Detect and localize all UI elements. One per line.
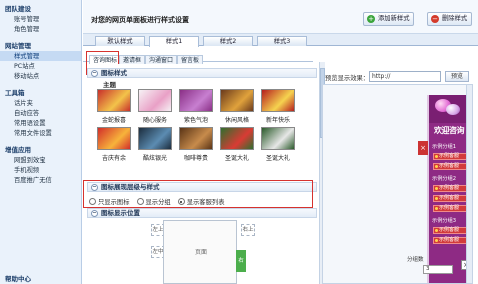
theme-name: 酷炫银光 [142, 155, 167, 162]
widget-service[interactable]: 示例客服 [433, 237, 467, 244]
sidebar-section-tools: 工具箱 [5, 89, 25, 97]
theme-thumbnail[interactable] [138, 89, 172, 112]
sidebar-item-mobile-video[interactable]: 手机视频 [0, 165, 81, 175]
sidebar-section-apps: 增值应用 [5, 146, 31, 154]
theme-option[interactable]: 休闲风格 [218, 89, 256, 124]
theme-option[interactable]: 圣诞大礼 [259, 127, 297, 162]
theme-option[interactable]: 随心服务 [136, 89, 174, 124]
sidebar-item-styles[interactable]: 样式管理 [0, 51, 81, 61]
sidebar-item-mobile-site[interactable]: 移动站点 [0, 71, 81, 81]
widget-service[interactable]: 示例客服 [433, 163, 467, 170]
widget-service[interactable]: 示例客服 [433, 185, 467, 192]
sidebar-section-site: 网站管理 [5, 42, 31, 50]
position-preview: 左上 左中 页面 右上 [101, 220, 289, 284]
tab-default-style[interactable]: 默认样式 [95, 36, 145, 46]
chat-widget-preview: 欢迎咨询 示例分组1 示例客服 示例客服 示例分组2 示例客服 示例客服 示例客… [429, 95, 469, 283]
widget-group: 示例分组2 [432, 176, 457, 182]
theme-thumbnail[interactable] [220, 127, 254, 150]
collapse-icon: − [91, 210, 98, 217]
sidebar-item-baidu[interactable]: 百度推广无信 [0, 175, 81, 185]
theme-name: 咖啡尊贵 [183, 155, 208, 162]
position-title: 图标显示位置 [101, 209, 140, 217]
theme-thumbnail[interactable] [261, 127, 295, 150]
collapse-icon: − [91, 70, 98, 77]
sidebar: 团队建设 账号管理 角色管理 网站管理 样式管理 PC站点 移动站点 工具箱 话… [0, 0, 82, 284]
preview-button[interactable]: 预览 [445, 71, 469, 82]
theme-option[interactable]: 金蛇报喜 [95, 89, 133, 124]
theme-name: 紫色气泡 [183, 117, 208, 124]
sidebar-item-phrases[interactable]: 常用语设置 [0, 118, 81, 128]
theme-name: 金蛇报喜 [101, 117, 126, 124]
sidebar-item-accounts[interactable]: 账号管理 [0, 14, 81, 24]
close-icon[interactable]: × [418, 141, 428, 155]
widget-service[interactable]: 示例客服 [433, 205, 467, 212]
theme-thumbnail[interactable] [179, 127, 213, 150]
main-area: 对您的网页单面板进行样式设置 + 添加新样式 − 删除样式 默认样式 样式1 样… [83, 0, 478, 284]
icon-style-header[interactable]: − 图标样式 [87, 68, 317, 78]
icon-style-title: 图标样式 [101, 69, 127, 77]
widget-service[interactable]: 示例客服 [433, 227, 467, 234]
preview-stage: × 欢迎咨询 示例分组1 示例客服 示例客服 示例分组2 示例客服 示例客服 示… [322, 84, 473, 284]
tab-style-1[interactable]: 样式1 [149, 36, 199, 47]
widget-title: 欢迎咨询 [434, 126, 465, 135]
minus-icon: − [431, 15, 439, 23]
theme-option[interactable]: 紫色气泡 [177, 89, 215, 124]
theme-thumbnail[interactable] [261, 89, 295, 112]
sidebar-section-help[interactable]: 帮助中心 [0, 270, 31, 284]
preview-url-label: 预览显示效果： [325, 75, 370, 82]
theme-option[interactable]: 新年快乐 [259, 89, 297, 124]
settings-panel: − 图标样式 主题 金蛇报喜 随心服务 紫色气泡 休闲风格 新年快乐吉庆有余 酷炫银光 咖啡… [87, 64, 317, 284]
highlight-display-level [83, 180, 313, 208]
theme-label: 主题 [103, 81, 116, 89]
sidebar-item-union[interactable]: 网盟到效宝 [0, 155, 81, 165]
chat-bubble-icon [446, 104, 460, 115]
preview-url-input[interactable]: http:// [369, 71, 441, 82]
group-count-input[interactable]: 3 [423, 265, 453, 274]
theme-thumbnail[interactable] [97, 89, 131, 112]
theme-option[interactable]: 圣诞大礼 [218, 127, 256, 162]
sidebar-section-team: 团队建设 [5, 5, 31, 13]
theme-option[interactable]: 咖啡尊贵 [177, 127, 215, 162]
widget-group: 示例分组1 [432, 144, 457, 150]
theme-name: 圣诞大礼 [265, 155, 290, 162]
add-style-label: 添加新样式 [378, 15, 410, 22]
tab-style-3[interactable]: 样式3 [257, 36, 307, 46]
position-header[interactable]: − 图标显示位置 [87, 208, 317, 218]
page-label: 页面 [194, 249, 207, 256]
theme-thumbnail[interactable] [179, 89, 213, 112]
header-bar: 对您的网页单面板进行样式设置 + 添加新样式 − 删除样式 [83, 0, 478, 34]
theme-thumbnail[interactable] [138, 127, 172, 150]
widget-service[interactable]: 示例客服 [433, 153, 467, 160]
theme-name: 圣诞大礼 [224, 155, 249, 162]
stage-scrollbar[interactable] [466, 85, 472, 283]
widget-group: 示例分组3 [432, 218, 457, 224]
position-middle-right[interactable]: 右中 [236, 250, 246, 284]
theme-name: 吉庆有余 [101, 155, 126, 162]
theme-name: 休闲风格 [224, 117, 249, 124]
delete-style-label: 删除样式 [442, 15, 468, 22]
theme-thumbnail[interactable] [97, 127, 131, 150]
sidebar-item-pc-site[interactable]: PC站点 [0, 61, 81, 71]
sidebar-item-roles[interactable]: 角色管理 [0, 24, 81, 34]
group-count-label: 分组数 [407, 257, 424, 263]
widget-header [429, 95, 469, 123]
plus-icon: + [367, 15, 375, 23]
widget-service[interactable]: 示例客服 [433, 195, 467, 202]
preview-url-row: 预览显示效果： http:// 预览 [323, 71, 478, 83]
theme-name: 随心服务 [142, 117, 167, 124]
theme-name: 新年快乐 [265, 117, 290, 124]
sidebar-item-files[interactable]: 常用文件设置 [0, 128, 81, 138]
sidebar-item-auto-reply[interactable]: 自动应答 [0, 108, 81, 118]
sidebar-item-clips[interactable]: 话片夹 [0, 98, 81, 108]
add-style-button[interactable]: + 添加新样式 [363, 12, 415, 26]
page-title: 对您的网页单面板进行样式设置 [91, 16, 189, 24]
page-frame: 页面 [163, 220, 237, 284]
theme-option[interactable]: 酷炫银光 [136, 127, 174, 162]
delete-style-button[interactable]: − 删除样式 [427, 12, 473, 26]
theme-thumbnail[interactable] [220, 89, 254, 112]
theme-option[interactable]: 吉庆有余 [95, 127, 133, 162]
style-tabs: 默认样式 样式1 样式2 样式3 [83, 34, 478, 47]
tab-style-2[interactable]: 样式2 [203, 36, 253, 46]
position-top-right[interactable]: 右上 [241, 224, 255, 236]
